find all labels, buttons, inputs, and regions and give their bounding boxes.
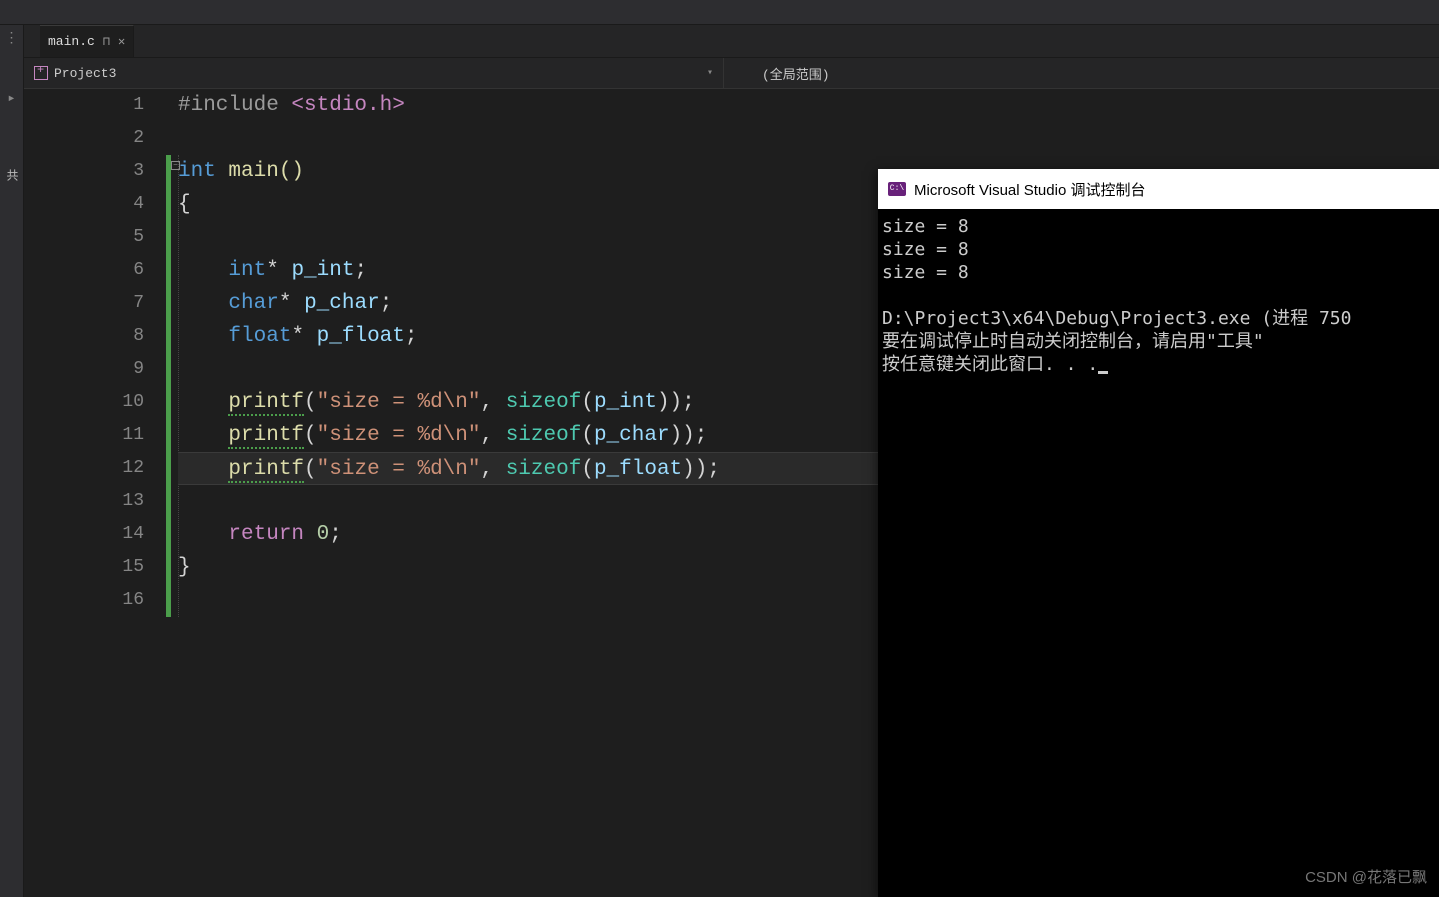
- line-number: 4: [24, 188, 144, 221]
- code-line[interactable]: #include <stdio.h>: [178, 89, 1439, 122]
- console-line: size = 8: [882, 261, 1435, 284]
- line-number: 7: [24, 287, 144, 320]
- sidebar-label: 共: [3, 169, 20, 181]
- console-title-bar[interactable]: C:\ Microsoft Visual Studio 调试控制台: [878, 169, 1439, 209]
- vs-icon: C:\: [888, 182, 906, 196]
- line-number: 5: [24, 221, 144, 254]
- console-line: D:\Project3\x64\Debug\Project3.exe (进程 7…: [882, 307, 1435, 330]
- scope-label: (全局范围): [762, 64, 830, 83]
- line-number: 11: [24, 419, 144, 452]
- pin-icon[interactable]: ⊓: [103, 34, 110, 49]
- editor-tab-bar: main.c ⊓ ✕: [24, 25, 1439, 57]
- line-number: 13: [24, 485, 144, 518]
- close-icon[interactable]: ✕: [118, 34, 125, 49]
- console-output[interactable]: size = 8size = 8size = 8 D:\Project3\x64…: [878, 209, 1439, 382]
- chevron-down-icon: ▾: [707, 67, 713, 79]
- cursor-icon: [1098, 371, 1108, 374]
- console-blank: [882, 284, 1435, 307]
- collapse-icon[interactable]: ▸: [2, 89, 22, 109]
- toolbar-strip: [0, 0, 1439, 25]
- line-number: 12: [24, 452, 144, 485]
- line-number: 1: [24, 89, 144, 122]
- project-icon: [34, 66, 48, 80]
- line-number: 14: [24, 518, 144, 551]
- watermark: CSDN @花落已飘: [1305, 866, 1427, 887]
- tab-filename: main.c: [48, 34, 95, 49]
- left-sidebar: ⋮ ▸ 共: [0, 25, 24, 897]
- editor-margin: −: [164, 89, 178, 897]
- navigation-bar: Project3 ▾ (全局范围): [24, 57, 1439, 89]
- line-number-gutter: 1 2 3 4 5 6 7 8 9 10 11 12 13 14 15 16: [24, 89, 164, 897]
- code-line[interactable]: [178, 122, 1439, 155]
- line-number: 10: [24, 386, 144, 419]
- console-line: size = 8: [882, 215, 1435, 238]
- line-number: 15: [24, 551, 144, 584]
- console-title: Microsoft Visual Studio 调试控制台: [914, 179, 1145, 200]
- line-number: 9: [24, 353, 144, 386]
- sidebar-handle-icon[interactable]: ⋮: [2, 29, 22, 49]
- line-number: 6: [24, 254, 144, 287]
- debug-console-window[interactable]: C:\ Microsoft Visual Studio 调试控制台 size =…: [878, 169, 1439, 897]
- console-line: 要在调试停止时自动关闭控制台，请启用"工具": [882, 330, 1435, 353]
- line-number: 16: [24, 584, 144, 617]
- scope-selector-project[interactable]: Project3 ▾: [24, 58, 724, 88]
- line-number: 3: [24, 155, 144, 188]
- line-number: 8: [24, 320, 144, 353]
- scope-selector-member[interactable]: (全局范围): [724, 58, 840, 88]
- console-line: 按任意键关闭此窗口. . .: [882, 353, 1435, 376]
- console-line: size = 8: [882, 238, 1435, 261]
- file-tab-main-c[interactable]: main.c ⊓ ✕: [40, 25, 134, 57]
- project-name: Project3: [54, 66, 116, 81]
- change-indicator: [166, 155, 171, 617]
- line-number: 2: [24, 122, 144, 155]
